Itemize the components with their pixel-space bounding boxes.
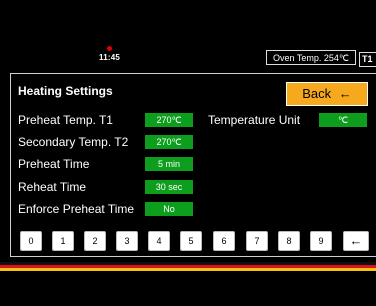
key-3[interactable]: 3 (116, 231, 138, 251)
preheat-time-label: Preheat Time (18, 157, 90, 171)
bottom-bezel (0, 271, 376, 306)
temperature-unit-label: Temperature Unit (208, 113, 301, 127)
temperature-unit-value[interactable]: ℃ (319, 113, 367, 127)
key-5[interactable]: 5 (180, 231, 202, 251)
clock: 11:45 (99, 53, 121, 62)
key-0[interactable]: 0 (20, 231, 42, 251)
back-button[interactable]: Back ← (286, 82, 368, 106)
key-2[interactable]: 2 (84, 231, 106, 251)
key-6[interactable]: 6 (213, 231, 235, 251)
key-1[interactable]: 1 (52, 231, 74, 251)
back-button-label: Back (302, 86, 332, 101)
preheat-temp-t1-value[interactable]: 270℃ (145, 113, 193, 127)
page-title: Heating Settings (18, 84, 113, 98)
reheat-time-label: Reheat Time (18, 180, 87, 194)
screen: 11:45 Oven Temp. 254℃ T1 Heating Setting… (0, 0, 376, 306)
enforce-preheat-time-label: Enforce Preheat Time (18, 202, 135, 216)
numeric-keypad: 0 1 2 3 4 5 6 7 8 9 ← (20, 231, 372, 251)
key-7[interactable]: 7 (246, 231, 268, 251)
secondary-temp-t2-value[interactable]: 270℃ (145, 135, 193, 149)
key-8[interactable]: 8 (278, 231, 300, 251)
arrow-left-icon: ← (338, 86, 352, 101)
reheat-time-value[interactable]: 30 sec (145, 180, 193, 194)
backspace-key[interactable]: ← (343, 231, 369, 251)
enforce-preheat-time-value[interactable]: No (145, 202, 193, 216)
key-4[interactable]: 4 (148, 231, 170, 251)
oven-zone-tag: T1 (359, 52, 376, 67)
secondary-temp-t2-label: Secondary Temp. T2 (18, 135, 129, 149)
key-9[interactable]: 9 (310, 231, 332, 251)
preheat-temp-t1-label: Preheat Temp. T1 (18, 113, 113, 127)
status-dot (107, 46, 112, 51)
oven-temp-display: Oven Temp. 254℃ (266, 50, 356, 65)
preheat-time-value[interactable]: 5 min (145, 157, 193, 171)
